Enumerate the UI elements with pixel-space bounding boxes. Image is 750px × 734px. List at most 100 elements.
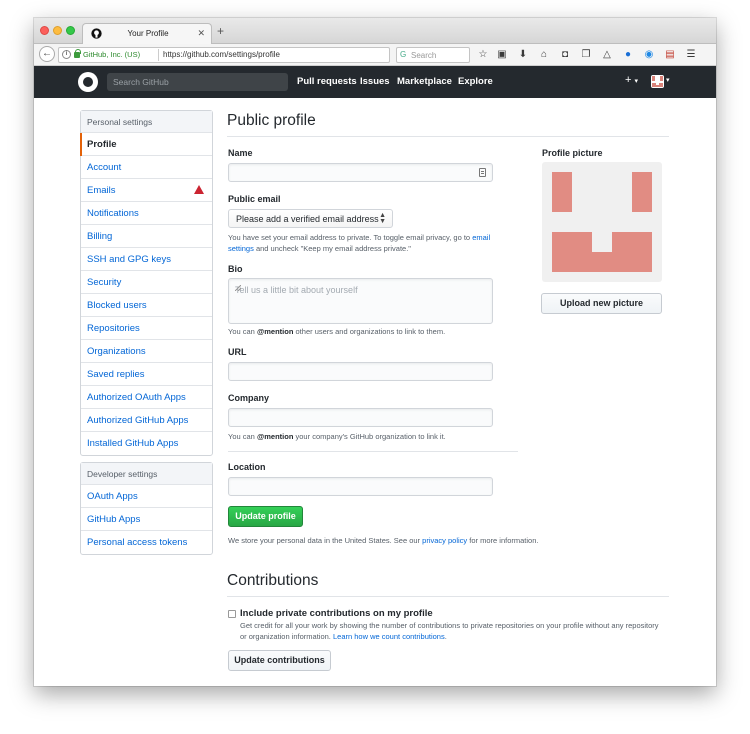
resize-handle-icon[interactable] <box>235 285 241 291</box>
url-text[interactable]: https://github.com/settings/profile <box>163 50 280 59</box>
sidebar-item-personal-access-tokens[interactable]: Personal access tokens <box>81 531 212 554</box>
github-search-input[interactable]: Search GitHub <box>107 73 288 91</box>
sidebar-item-github-apps[interactable]: GitHub Apps <box>81 508 212 531</box>
navigation-bar: ← i GitHub, Inc. (US) https://github.com… <box>34 44 716 66</box>
company-note-text-2: your company's GitHub organization to li… <box>295 432 446 441</box>
url-separator <box>158 49 159 61</box>
public-email-label: Public email <box>228 194 281 204</box>
plus-icon: + <box>625 74 632 86</box>
close-tab-icon[interactable]: ✕ <box>197 28 205 39</box>
nav-pull-requests[interactable]: Pull requests <box>297 76 357 87</box>
github-favicon-icon <box>91 28 102 39</box>
browser-tab[interactable]: Your Profile ✕ <box>82 23 212 44</box>
bio-note-mention: @mention <box>256 327 294 336</box>
sidebar-item-saved-replies[interactable]: Saved replies <box>81 363 212 386</box>
github-header: Search GitHub Pull requests Issues Marke… <box>34 66 716 98</box>
company-divider <box>228 451 518 452</box>
sidebar-item-ssh-gpg-keys[interactable]: SSH and GPG keys <box>81 248 212 271</box>
home-icon[interactable]: ⌂ <box>537 48 551 62</box>
url-label: URL <box>228 347 247 357</box>
company-note-text: You can <box>228 432 255 441</box>
bookmark-star-icon[interactable]: ☆ <box>476 48 490 62</box>
privacy-note-text: We store your personal data in the Unite… <box>228 536 421 545</box>
company-label: Company <box>228 393 270 403</box>
search-engine-icon: G <box>400 50 407 59</box>
chevron-down-icon: ▾ <box>634 78 639 85</box>
profile-picture <box>542 162 662 282</box>
new-tab-button[interactable]: + <box>217 25 224 37</box>
contributions-divider <box>227 596 669 597</box>
sidebar-item-organizations[interactable]: Organizations <box>81 340 212 363</box>
sidebar-item-account[interactable]: Account <box>81 156 212 179</box>
nav-issues[interactable]: Issues <box>360 76 390 87</box>
public-email-select[interactable]: Please add a verified email address ▲ ▼ <box>228 209 393 228</box>
url-bar[interactable]: i GitHub, Inc. (US) https://github.com/s… <box>58 47 404 63</box>
sidebar-item-label: Emails <box>87 185 116 196</box>
sidebar-item-emails[interactable]: Emails <box>81 179 212 202</box>
learn-contributions-link[interactable]: Learn how we count contributions <box>333 632 445 641</box>
minimize-window-button[interactable] <box>53 26 62 35</box>
extension-icon[interactable]: ▤ <box>663 48 677 62</box>
create-new-button[interactable]: + ▾ <box>625 74 638 86</box>
sidebar-item-security[interactable]: Security <box>81 271 212 294</box>
bio-note: You can @mention other users and organiz… <box>228 326 445 337</box>
browser-search-placeholder: Search <box>411 51 437 60</box>
drop-icon[interactable]: ● <box>621 48 635 62</box>
triangle-icon[interactable]: △ <box>600 48 614 62</box>
github-logo-icon[interactable] <box>78 72 98 92</box>
contributions-title: Contributions <box>227 572 319 589</box>
maximize-window-button[interactable] <box>66 26 75 35</box>
sidebar-item-installed-github-apps[interactable]: Installed GitHub Apps <box>81 432 212 455</box>
url-organization: GitHub, Inc. (US) <box>83 50 141 59</box>
update-profile-button[interactable]: Update profile <box>228 506 303 527</box>
contributions-description: Get credit for all your work by showing … <box>240 621 659 641</box>
developer-settings-heading: Developer settings <box>81 463 212 485</box>
location-field[interactable] <box>228 477 493 496</box>
location-label: Location <box>228 462 266 472</box>
private-contributions-label[interactable]: Include private contributions on my prof… <box>240 608 433 619</box>
back-button[interactable]: ← <box>39 46 55 62</box>
bio-note-text-2: other users and organizations to link to… <box>295 327 446 336</box>
close-window-button[interactable] <box>40 26 49 35</box>
sidebar-item-blocked-users[interactable]: Blocked users <box>81 294 212 317</box>
company-field[interactable] <box>228 408 493 427</box>
sidebar-item-billing[interactable]: Billing <box>81 225 212 248</box>
chevron-down-icon[interactable]: ▾ <box>666 76 670 84</box>
download-icon[interactable]: ⬇ <box>516 48 530 62</box>
upload-new-picture-button[interactable]: Upload new picture <box>541 293 662 314</box>
bio-note-text: You can <box>228 327 255 336</box>
user-avatar[interactable] <box>651 75 664 88</box>
select-arrows-icon: ▲ ▼ <box>379 212 386 225</box>
private-contributions-checkbox[interactable] <box>228 610 236 618</box>
privacy-policy-link[interactable]: privacy policy <box>422 536 467 545</box>
sync-icon[interactable]: ❐ <box>579 48 593 62</box>
tab-title: Your Profile <box>127 29 169 38</box>
update-contributions-button[interactable]: Update contributions <box>228 650 331 671</box>
circle-icon[interactable]: ◉ <box>642 48 656 62</box>
sidebar-item-repositories[interactable]: Repositories <box>81 317 212 340</box>
sidebar-item-authorized-github-apps[interactable]: Authorized GitHub Apps <box>81 409 212 432</box>
reading-list-icon[interactable]: ▣ <box>495 48 509 62</box>
sidebar-item-authorized-oauth-apps[interactable]: Authorized OAuth Apps <box>81 386 212 409</box>
page-title: Public profile <box>227 112 316 129</box>
nav-explore[interactable]: Explore <box>458 76 493 87</box>
tab-bar: Your Profile ✕ + <box>34 18 716 44</box>
pocket-icon[interactable]: ◘ <box>558 48 572 62</box>
browser-search-input[interactable]: G Search <box>396 47 470 63</box>
info-icon[interactable]: i <box>62 50 71 59</box>
privacy-note-text-2: for more information. <box>469 536 539 545</box>
sidebar-item-oauth-apps[interactable]: OAuth Apps <box>81 485 212 508</box>
name-field[interactable] <box>228 163 493 182</box>
personal-settings-heading: Personal settings <box>81 111 212 133</box>
sidebar-item-notifications[interactable]: Notifications <box>81 202 212 225</box>
email-note-text: You have set your email address to priva… <box>228 233 471 242</box>
public-email-selected: Please add a verified email address <box>236 214 379 224</box>
url-field[interactable] <box>228 362 493 381</box>
profile-picture-label: Profile picture <box>542 148 603 158</box>
menu-icon[interactable]: ☰ <box>684 48 698 62</box>
personal-settings-menu: Personal settings Profile Account Emails… <box>80 110 213 456</box>
autofill-icon[interactable] <box>479 168 486 177</box>
sidebar-item-profile[interactable]: Profile <box>80 133 212 156</box>
bio-textarea[interactable]: Tell us a little bit about yourself <box>228 278 493 324</box>
nav-marketplace[interactable]: Marketplace <box>397 76 452 87</box>
